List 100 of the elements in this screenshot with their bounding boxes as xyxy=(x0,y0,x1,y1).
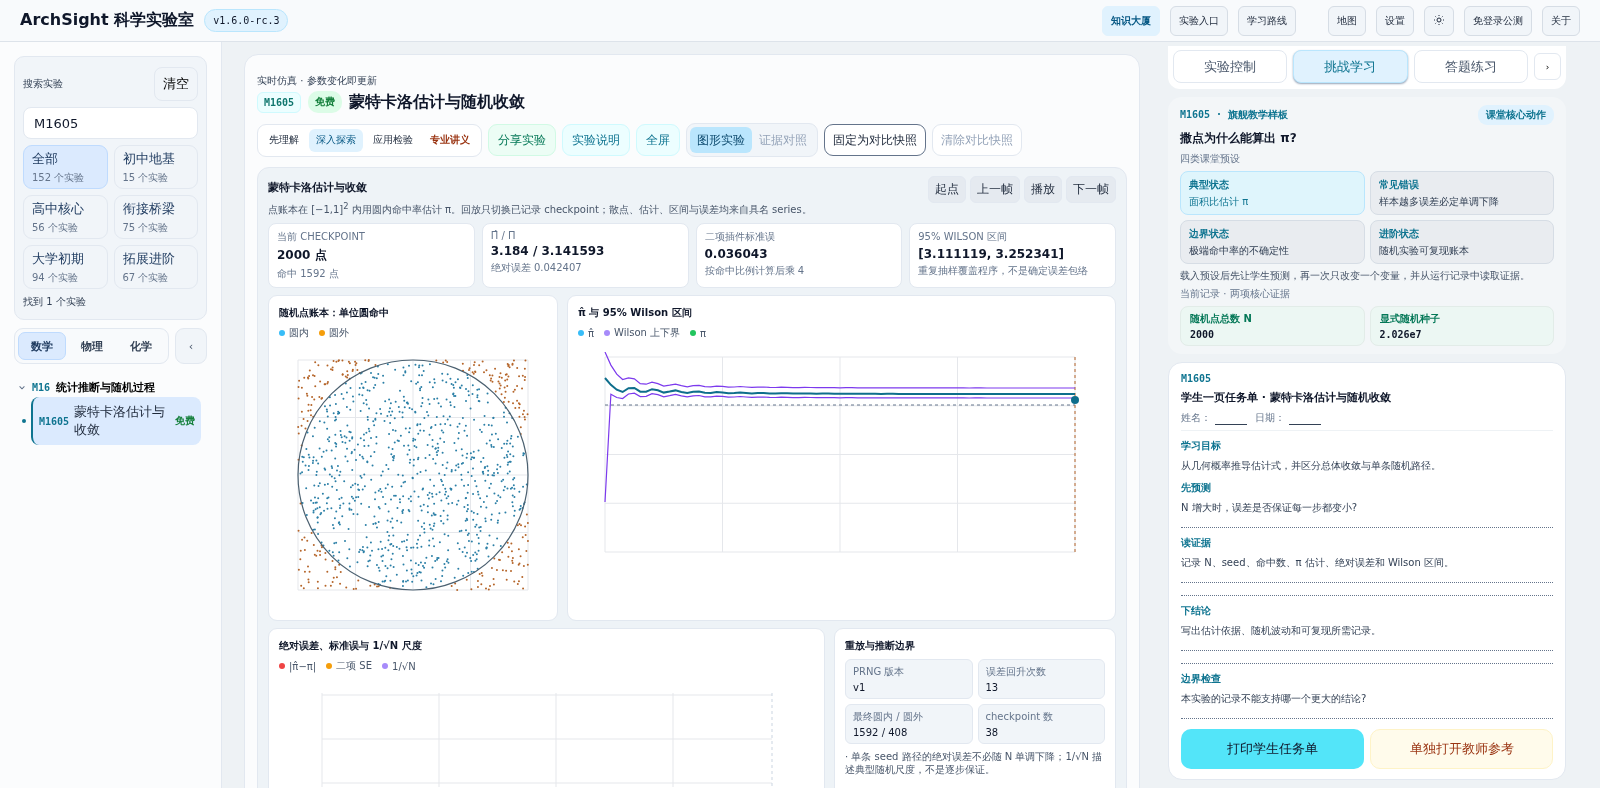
legend-label: 1/√N xyxy=(392,660,416,672)
metric-label: checkpoint 数 xyxy=(985,710,1055,725)
subject-tab[interactable]: 数学 xyxy=(18,332,66,360)
snapshot-button[interactable]: 固定为对比快照 xyxy=(824,124,926,156)
simulation-title: 蒙特卡洛估计与收敛 xyxy=(268,180,368,195)
mode-tab[interactable]: 深入探索 xyxy=(309,128,363,152)
clear-button[interactable]: 清空 xyxy=(154,67,198,101)
nav-button[interactable]: 学习路线 xyxy=(1238,5,1296,36)
action-button[interactable]: 全屏 xyxy=(636,124,680,156)
subject-tab[interactable]: 物理 xyxy=(67,332,116,360)
header-button[interactable]: 地图 xyxy=(1328,5,1366,36)
legend-label: 圆内 xyxy=(289,326,309,341)
metric-value: 38 xyxy=(985,727,1000,739)
legend-label: π̂ xyxy=(588,327,595,339)
boundary-note: · 单条 seed 路径的绝对误差不必随 N 单调下降；1/√N 描述典型随机尺度，不是逐步保证。 xyxy=(845,750,1104,777)
chart-title: 随机点账本：单位圆命中 xyxy=(279,306,390,321)
level-filter[interactable]: 高中核心 56 个实验 xyxy=(23,195,108,239)
action-button[interactable]: 分享实验 xyxy=(488,124,556,156)
stat-note: 重复抽样覆盖程序，不是确定误差包络 xyxy=(918,264,1090,279)
endpoint-dot xyxy=(1070,396,1079,405)
stat-note: 绝对误差 0.042407 xyxy=(490,261,583,276)
search-label: 搜索实验 xyxy=(23,77,63,91)
view-tab[interactable]: 图形实验 xyxy=(690,127,752,153)
playback-button[interactable]: 下一帧 xyxy=(1066,176,1116,203)
caret-icon xyxy=(18,383,26,392)
active-dot xyxy=(22,419,26,424)
next-tab-button[interactable]: › xyxy=(1534,53,1561,80)
search-field[interactable]: M1605 xyxy=(23,107,198,139)
challenge-title: 撒点为什么能算出 π? xyxy=(1180,130,1298,147)
stat-label: 当前 CHECKPOINT xyxy=(277,230,366,245)
preset-button[interactable]: 边界状态 极端命中率的不确定性 xyxy=(1180,220,1365,264)
section-heading: 学习目标 xyxy=(1181,439,1222,453)
header-button[interactable]: 免登录公测 xyxy=(1464,5,1532,36)
experiment-title: 蒙特卡洛估计与随机收敛 xyxy=(349,91,526,113)
sun-icon xyxy=(1433,13,1445,26)
section-heading: 边界检查 xyxy=(1181,672,1222,686)
playback-button[interactable]: 上一帧 xyxy=(970,176,1020,203)
tree-group[interactable]: M16 统计推断与随机过程 xyxy=(14,372,160,397)
result-count: 找到 1 个实验 xyxy=(23,295,87,309)
metric-value: 1592 / 408 xyxy=(853,727,909,739)
level-filter[interactable]: 大学初期 94 个实验 xyxy=(23,245,108,289)
record-label: 随机点总数 N xyxy=(1190,312,1253,326)
nav-button[interactable]: 知识大厦 xyxy=(1102,5,1160,36)
panel-tab[interactable]: 挑战学习 xyxy=(1293,50,1408,83)
metric-label: 误差回升次数 xyxy=(985,665,1047,680)
nav-button[interactable]: 实验入口 xyxy=(1170,5,1228,36)
level-filter[interactable]: 初中地基 15 个实验 xyxy=(113,145,198,189)
field-label: 日期： xyxy=(1255,411,1285,425)
stat-label: 95% WILSON 区间 xyxy=(918,230,1008,245)
stat-note: 命中 1592 点 xyxy=(277,267,340,282)
simulation-description: 点账本在 [−1,1]$^{2}$ 内用圆内命中率估计 π。回放只切换已记录 checkpoint；散点、估计、区间与误差均来自具名 series。 xyxy=(268,201,812,217)
section-text: 记录 N、seed、命中数、π 估计、绝对误差和 Wilson 区间。 xyxy=(1181,556,1455,570)
stat-value: 3.184 / 3.141593 xyxy=(490,244,606,259)
section-text: N 增大时，误差是否保证每一步都变小? xyxy=(1181,501,1358,515)
header-button[interactable]: 设置 xyxy=(1376,5,1414,36)
preset-button[interactable]: 常见错误 样本越多误差必定单调下降 xyxy=(1369,171,1554,215)
stat-label: 二项插件标准误 xyxy=(704,230,776,245)
section-heading: 下结论 xyxy=(1181,604,1212,618)
legend-label: 二项 SE xyxy=(336,659,373,674)
print-button[interactable]: 打印学生任务单 xyxy=(1181,729,1364,769)
theme-toggle-button[interactable] xyxy=(1424,5,1454,36)
playback-button[interactable]: 起点 xyxy=(928,176,966,203)
level-filter[interactable]: 拓展进阶 67 个实验 xyxy=(113,245,198,289)
section-text: 写出估计依据、随机波动和可复现所需记录。 xyxy=(1181,624,1382,638)
free-badge: 免费 xyxy=(308,91,343,113)
core-action-badge: 课堂核心动作 xyxy=(1478,105,1554,125)
panel-tab[interactable]: 实验控制 xyxy=(1173,50,1288,83)
legend-label: Wilson 上下界 xyxy=(614,326,681,341)
subject-tab[interactable]: 化学 xyxy=(117,332,165,360)
header-button[interactable]: 关于 xyxy=(1542,5,1580,36)
boundary-title: 重放与推断边界 xyxy=(845,639,916,654)
mode-tab[interactable]: 先理解 xyxy=(262,128,306,152)
collapse-button[interactable]: ‹ xyxy=(175,328,207,364)
level-filter[interactable]: 衔接桥梁 75 个实验 xyxy=(113,195,198,239)
action-button[interactable]: 实验说明 xyxy=(562,124,630,156)
brand-title: ArchSight 科学实验室 xyxy=(20,10,195,31)
playback-button[interactable]: 播放 xyxy=(1024,176,1062,203)
teacher-button[interactable]: 单独打开教师参考 xyxy=(1370,729,1553,769)
worksheet-code: M1605 xyxy=(1181,373,1213,384)
chart-title: π̂ 与 95% Wilson 区间 xyxy=(578,306,693,321)
preset-button[interactable]: 典型状态 面积比估计 π xyxy=(1180,171,1365,215)
panel-tab[interactable]: 答题练习 xyxy=(1413,50,1528,83)
section-heading: 先预测 xyxy=(1181,481,1212,495)
version-badge: v1.6.0-rc.3 xyxy=(204,9,289,32)
stat-value: [3.111119, 3.252341] xyxy=(918,247,1065,262)
preset-button[interactable]: 进阶状态 随机实验可复现账本 xyxy=(1369,220,1554,264)
chart-title: 绝对误差、标准误与 1/√N 尺度 xyxy=(279,639,423,654)
level-filter[interactable]: 全部 152 个实验 xyxy=(23,145,108,189)
record-label: 显式随机种子 xyxy=(1379,312,1441,326)
section-text: 本实验的记录不能支持哪一个更大的结论? xyxy=(1181,692,1368,706)
metric-value: v1 xyxy=(853,682,867,694)
legend-label: π xyxy=(700,327,707,339)
code-badge: M1605 xyxy=(257,91,302,113)
mode-tab[interactable]: 专业讲义 xyxy=(423,128,477,152)
section-label: 当前记录 · 两项核心证据 xyxy=(1180,287,1291,301)
worksheet-title: 学生一页任务单 · 蒙特卡洛估计与随机收敛 xyxy=(1181,390,1392,405)
mode-tab[interactable]: 应用检验 xyxy=(366,128,420,152)
legend-label: |π̂−π| xyxy=(289,660,317,672)
stat-value: 2000 点 xyxy=(277,247,328,265)
record-value: 2000 xyxy=(1190,329,1216,340)
